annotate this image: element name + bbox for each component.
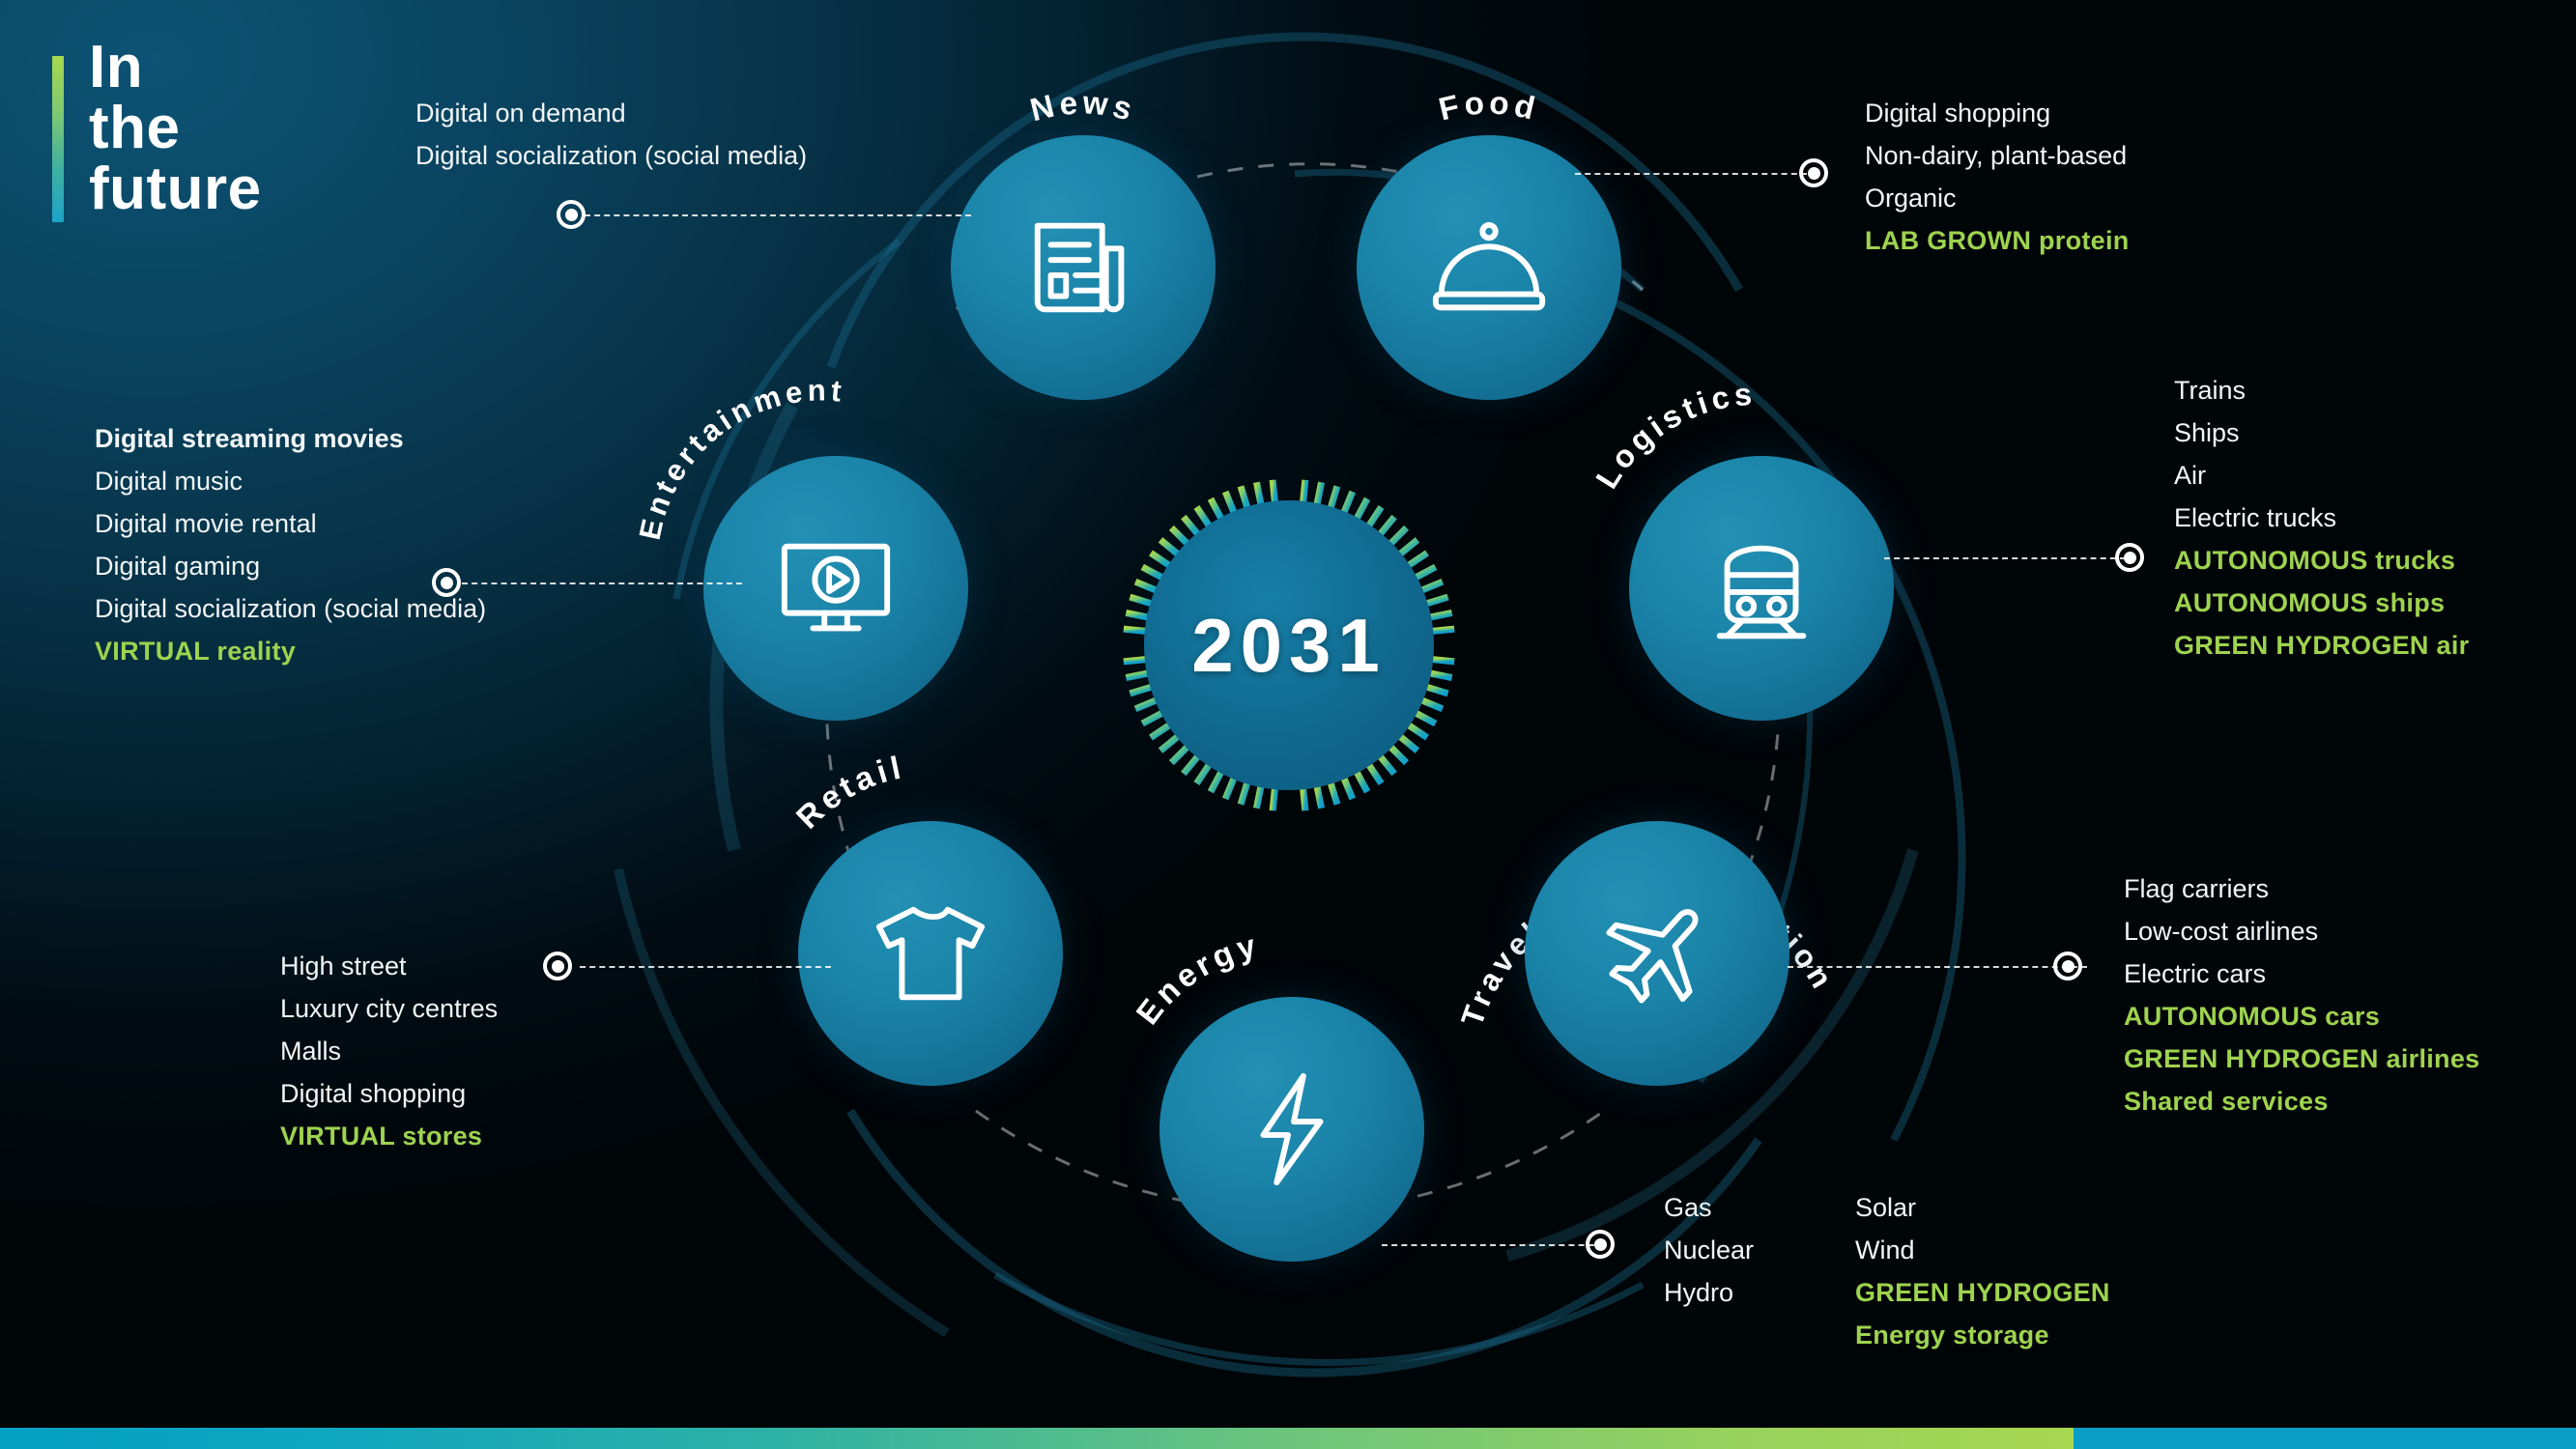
list-item: VIRTUAL stores <box>280 1122 483 1151</box>
list-item: Organic <box>1865 184 1957 213</box>
title-accent-bar <box>52 56 64 222</box>
list-item: Low-cost airlines <box>2124 917 2319 947</box>
connector-dot-energy[interactable] <box>1586 1230 1615 1259</box>
node-energy-disc <box>1159 997 1424 1262</box>
page-title: In the future <box>89 37 262 220</box>
airplane-icon <box>1606 909 1699 1004</box>
connector-dot-food[interactable] <box>1799 158 1828 187</box>
node-retail[interactable]: Retail <box>790 750 1063 1086</box>
list-item: AUTONOMOUS cars <box>2124 1002 2381 1032</box>
node-food-label: Food <box>1436 85 1538 128</box>
node-energy[interactable]: Energy <box>1130 927 1424 1262</box>
list-item: Trains <box>2174 376 2247 405</box>
footer-gradient-bar <box>0 1428 2576 1449</box>
list-item: VIRTUAL reality <box>95 637 297 667</box>
svg-text:Food: Food <box>1436 85 1543 128</box>
connector-line-logistics <box>1884 557 2126 559</box>
list-item: Electric trucks <box>2174 503 2337 533</box>
node-retail-disc <box>798 821 1063 1086</box>
lightning-bolt-icon <box>1260 1072 1324 1186</box>
list-item: Shared services <box>2124 1087 2329 1117</box>
list-item: Luxury city centres <box>280 994 499 1024</box>
list-item: Energy storage <box>1855 1321 2049 1350</box>
svg-text:News: News <box>1027 85 1140 128</box>
list-item: Wind <box>1855 1236 1915 1265</box>
list-item: Solar <box>1855 1193 1917 1222</box>
list-item: LAB GROWN protein <box>1865 226 2130 256</box>
list-item: Electric cars <box>2124 959 2267 989</box>
list-item: Digital streaming movies <box>95 424 404 453</box>
list-item: Digital socialization (social media) <box>415 141 808 171</box>
list-item: Digital shopping <box>1865 99 2051 128</box>
page-title-line-1: In <box>89 34 144 100</box>
node-news-disc <box>951 135 1216 400</box>
list-item: Ships <box>2174 418 2240 448</box>
list-energy-renewables: Solar Wind GREEN HYDROGEN Energy storage <box>1855 1186 2110 1356</box>
hub-core-disc: 2031 <box>1144 500 1434 790</box>
node-news[interactable]: News <box>951 85 1216 400</box>
list-news: Digital on demand Digital socialization (… <box>415 92 807 177</box>
hub-year-label: 2031 <box>1191 602 1387 688</box>
node-logistics[interactable]: Logistics <box>1589 377 1894 721</box>
list-travel: Flag carriers Low-cost airlines Electric c… <box>2124 867 2480 1122</box>
hub-2031: 2031 <box>1101 457 1477 834</box>
list-item: GREEN HYDROGEN airlines <box>2124 1044 2480 1074</box>
node-logistics-disc <box>1629 456 1894 721</box>
list-item: Digital socialization (social media) <box>95 594 487 624</box>
list-item: Nuclear <box>1664 1236 1755 1265</box>
connector-dot-travel[interactable] <box>2053 952 2082 980</box>
list-item: Digital music <box>95 467 243 497</box>
list-item: Non-dairy, plant-based <box>1865 141 2128 171</box>
node-food-disc <box>1357 135 1621 400</box>
list-item: Digital gaming <box>95 552 261 582</box>
connector-line-energy <box>1382 1244 1604 1246</box>
list-item: Hydro <box>1664 1278 1734 1308</box>
connector-dot-logistics[interactable] <box>2115 543 2144 572</box>
connector-line-ent <box>462 582 742 584</box>
food-cloche-icon <box>1432 221 1546 311</box>
node-entertainment-disc <box>703 456 968 721</box>
list-item: Digital on demand <box>415 99 626 128</box>
node-entertainment[interactable]: Entertainment <box>633 373 968 721</box>
list-food: Digital shopping Non-dairy, plant-based Or… <box>1865 92 2130 262</box>
newspaper-icon <box>1034 222 1125 313</box>
list-item: GREEN HYDROGEN <box>1855 1278 2110 1308</box>
list-retail: High street Luxury city centres Malls Digit… <box>280 945 498 1157</box>
list-item: High street <box>280 952 407 980</box>
page-title-line-3: future <box>89 156 262 223</box>
list-logistics: Trains Ships Air Electric trucks AUTONOMOUS … <box>2174 369 2469 667</box>
list-item: Gas <box>1664 1193 1712 1222</box>
list-item: Air <box>2174 461 2206 491</box>
footer-gradient-segment <box>0 1428 2075 1449</box>
list-item: Digital movie rental <box>95 509 317 539</box>
t-shirt-icon <box>875 906 986 1001</box>
connector-line-travel <box>1788 966 2087 968</box>
list-item: Flag carriers <box>2124 874 2270 903</box>
list-item: AUTONOMOUS trucks <box>2174 546 2456 576</box>
list-entertainment: Digital streaming movies Digital music Dig… <box>95 417 486 672</box>
infographic-canvas: In the future 2031 News Food Entertainme… <box>0 0 2576 1449</box>
train-icon <box>1716 545 1807 639</box>
connector-line-retail <box>580 966 831 968</box>
node-food[interactable]: Food <box>1357 85 1621 400</box>
node-travel-disc <box>1525 821 1789 1086</box>
connector-dot-retail[interactable] <box>543 952 572 980</box>
footer-solid-segment <box>2074 1428 2576 1449</box>
list-item: Digital shopping <box>280 1079 467 1109</box>
page-title-line-2: the <box>89 95 181 162</box>
connector-dot-news[interactable] <box>557 200 586 229</box>
list-item: Malls <box>280 1037 342 1066</box>
connector-line-news <box>585 214 971 216</box>
list-item: GREEN HYDROGEN air <box>2174 631 2470 661</box>
list-energy-fuels: Gas Nuclear Hydro <box>1664 1186 1754 1314</box>
list-item: AUTONOMOUS ships <box>2174 588 2446 618</box>
connector-line-food <box>1575 173 1807 175</box>
monitor-play-icon <box>781 543 891 632</box>
node-news-label: News <box>1027 85 1135 128</box>
node-travel[interactable]: Travel & transportation <box>1454 821 1838 1086</box>
